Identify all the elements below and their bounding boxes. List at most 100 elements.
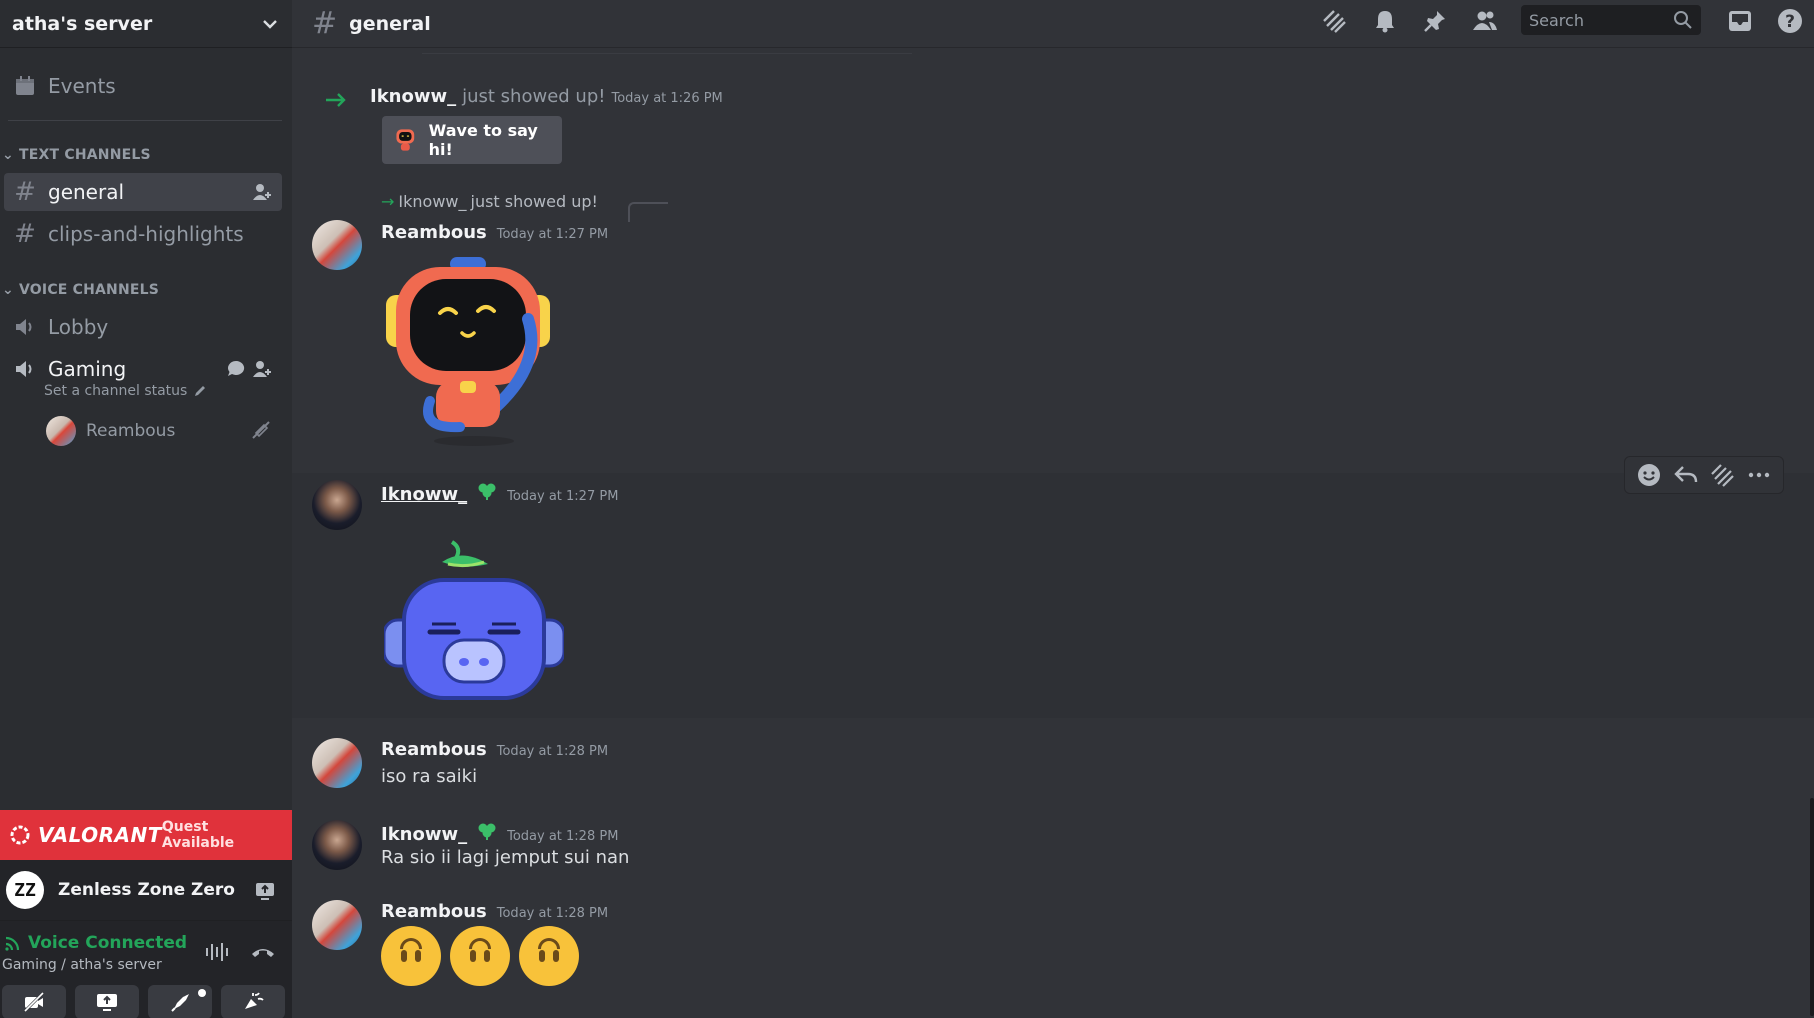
add-reaction-icon[interactable] xyxy=(1636,462,1662,488)
screen-share-icon xyxy=(97,994,117,1011)
speaker-icon xyxy=(12,356,38,382)
category-text-channels[interactable]: ⌄ TEXT CHANNELS xyxy=(2,147,151,163)
help-button[interactable]: ? xyxy=(1775,6,1805,36)
stream-game-icon[interactable] xyxy=(254,880,276,902)
wave-button-label: Wave to say hi! xyxy=(428,121,538,159)
discord-window: atha's server Events ⌄ TEXT CHANNELS # g… xyxy=(0,0,1814,1018)
chat-bubble-icon[interactable] xyxy=(226,359,246,379)
wave-button[interactable]: Wave to say hi! xyxy=(382,116,562,164)
robot-wave-sticker[interactable] xyxy=(378,253,558,448)
noise-suppression-icon[interactable] xyxy=(204,941,230,963)
sidebar-item-events[interactable]: Events xyxy=(4,68,282,104)
avatar[interactable] xyxy=(312,480,362,530)
activities-button[interactable] xyxy=(148,985,212,1018)
activity-row[interactable]: ZZ Zenless Zone Zero xyxy=(0,860,292,920)
username[interactable]: Iknoww_ xyxy=(381,824,467,845)
add-member-icon[interactable] xyxy=(252,359,272,379)
category-label: TEXT CHANNELS xyxy=(19,147,151,163)
timestamp[interactable]: Today at 1:27 PM xyxy=(507,489,618,504)
chevron-down-icon xyxy=(263,19,277,29)
pin-icon xyxy=(1424,11,1445,32)
search-icon xyxy=(1674,11,1692,29)
message-header: Iknoww_ Today at 1:27 PM xyxy=(381,480,618,505)
sidebar-item-label: Gaming xyxy=(48,357,127,381)
wumpus-wave-icon xyxy=(396,129,415,151)
timestamp[interactable]: Today at 1:28 PM xyxy=(507,829,618,844)
wumpus-sleepy-sticker[interactable] xyxy=(384,540,564,730)
upside-down-face-emoji[interactable] xyxy=(381,926,441,986)
sidebar-item-clips-and-highlights[interactable]: # clips-and-highlights xyxy=(4,215,282,253)
avatar xyxy=(46,416,76,446)
voice-connected-subtitle[interactable]: Gaming / atha's server xyxy=(2,957,162,973)
valorant-icon xyxy=(10,825,30,845)
reply-icon[interactable] xyxy=(1673,462,1699,488)
quest-available-label: Quest Available xyxy=(161,819,235,851)
avatar[interactable] xyxy=(312,820,362,870)
reply-text: just showed up! xyxy=(470,192,598,211)
category-voice-channels[interactable]: ⌄ VOICE CHANNELS xyxy=(2,282,159,298)
bell-icon xyxy=(1376,11,1394,33)
system-message-join: Iknoww_ just showed up! Today at 1:26 PM xyxy=(370,86,723,107)
channel-header: # general Search ? xyxy=(292,0,1814,48)
timestamp[interactable]: Today at 1:28 PM xyxy=(497,906,608,921)
camera-off-icon xyxy=(252,421,270,439)
member-list-button[interactable] xyxy=(1470,6,1500,36)
rocket-icon xyxy=(171,994,189,1012)
disconnect-icon[interactable] xyxy=(250,941,276,963)
category-label: VOICE CHANNELS xyxy=(19,282,160,298)
more-options-icon[interactable] xyxy=(1746,462,1772,488)
voice-member[interactable]: Reambous xyxy=(46,416,175,446)
notification-dot xyxy=(198,989,206,997)
notification-settings-button[interactable] xyxy=(1370,6,1400,36)
reply-preview[interactable]: → Iknoww_ just showed up! xyxy=(381,192,598,211)
clover-badge-icon xyxy=(478,483,496,500)
create-thread-icon[interactable] xyxy=(1709,462,1735,488)
sidebar-item-lobby[interactable]: Lobby xyxy=(4,308,282,346)
scrollbar[interactable] xyxy=(1810,798,1814,1016)
valorant-logo: VALORANT xyxy=(10,823,162,847)
voice-member-name: Reambous xyxy=(86,421,176,441)
speaker-icon xyxy=(12,314,38,340)
search-input[interactable]: Search xyxy=(1521,5,1701,35)
calendar-icon xyxy=(12,73,38,99)
message-header: Reambous Today at 1:27 PM xyxy=(381,222,608,243)
username[interactable]: Iknoww_ xyxy=(381,484,467,505)
add-member-icon[interactable] xyxy=(252,182,272,202)
avatar[interactable] xyxy=(312,738,362,788)
timestamp[interactable]: Today at 1:28 PM xyxy=(497,744,608,759)
chevron-down-icon: ⌄ xyxy=(2,282,14,298)
reply-connector xyxy=(628,202,668,222)
message-header: Reambous Today at 1:28 PM xyxy=(381,739,608,760)
help-icon: ? xyxy=(1778,9,1802,33)
username[interactable]: Reambous xyxy=(381,901,487,922)
camera-button[interactable] xyxy=(2,985,66,1018)
sidebar-item-label: Events xyxy=(48,74,116,98)
sidebar-item-label: general xyxy=(48,180,125,204)
soundboard-button[interactable] xyxy=(221,985,285,1018)
embed-remnant xyxy=(422,48,912,54)
channel-status[interactable]: Set a channel status xyxy=(44,383,207,399)
message-area: Iknoww_ just showed up! Today at 1:26 PM… xyxy=(292,48,1814,1018)
pinned-messages-button[interactable] xyxy=(1420,6,1450,36)
message-header: Iknoww_ Today at 1:28 PM xyxy=(381,820,618,845)
soundboard-icon xyxy=(245,992,264,1009)
signal-icon xyxy=(5,936,20,951)
threads-button[interactable] xyxy=(1320,6,1350,36)
hash-icon: # xyxy=(14,219,36,249)
username[interactable]: Reambous xyxy=(381,222,487,243)
inbox-button[interactable] xyxy=(1725,6,1755,36)
timestamp[interactable]: Today at 1:27 PM xyxy=(497,227,608,242)
avatar[interactable] xyxy=(312,220,362,270)
username[interactable]: Reambous xyxy=(381,739,487,760)
upside-down-face-emoji[interactable] xyxy=(519,926,580,986)
share-screen-button[interactable] xyxy=(75,985,139,1018)
upside-down-face-emoji[interactable] xyxy=(450,926,511,986)
username[interactable]: Iknoww_ xyxy=(370,86,456,107)
quest-banner[interactable]: VALORANT Quest Available xyxy=(0,810,292,860)
timestamp[interactable]: Today at 1:26 PM xyxy=(611,91,722,106)
sidebar-item-general[interactable]: # general xyxy=(4,173,282,211)
svg-text:?: ? xyxy=(1785,12,1795,32)
voice-connected-status[interactable]: Voice Connected xyxy=(4,933,187,953)
avatar[interactable] xyxy=(312,900,362,950)
server-header[interactable]: atha's server xyxy=(0,0,292,48)
